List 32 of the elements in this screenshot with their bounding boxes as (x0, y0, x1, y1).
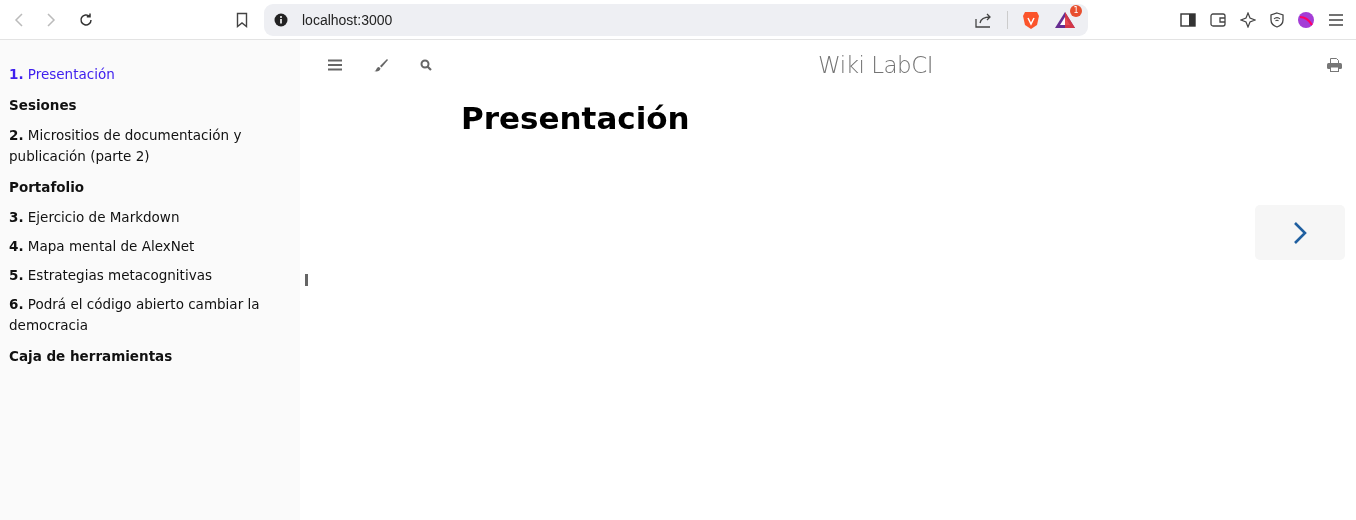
profile-avatar-icon[interactable] (1298, 11, 1314, 28)
search-icon[interactable] (420, 59, 432, 71)
resize-handle[interactable] (304, 274, 308, 286)
sidebar-icon[interactable] (1180, 12, 1196, 27)
address-bar[interactable]: localhost:3000 1 (264, 3, 1088, 36)
page-heading: Presentación (461, 100, 691, 136)
triangle-icon[interactable] (1054, 10, 1076, 29)
chapter-link[interactable]: 6. Podrá el código abierto cambiar la democracia (9, 294, 291, 336)
menu-icon[interactable] (1328, 12, 1344, 27)
paintbrush-icon[interactable] (374, 58, 388, 72)
chapter-link[interactable]: 5. Estrategias metacognitivas (9, 265, 291, 286)
notification-badge: 1 (1070, 4, 1082, 17)
chapter-link[interactable]: 3. Ejercicio de Markdown (9, 207, 291, 228)
share-icon[interactable] (975, 11, 993, 28)
chapter-link[interactable]: 1. Presentación (9, 64, 291, 85)
part-title: Portafolio (9, 179, 86, 195)
reload-icon[interactable] (78, 11, 94, 28)
print-icon[interactable] (1327, 58, 1342, 72)
part-title: Caja de herramientas (9, 348, 174, 364)
sparkle-star-icon[interactable] (1240, 11, 1256, 28)
chevron-right-icon (1293, 220, 1307, 245)
vpn-shield-icon[interactable] (1270, 11, 1284, 28)
chapter-link[interactable]: 2. Micrositios de documentación y publicación (parte 2) (9, 125, 291, 167)
menu-icon[interactable] (328, 59, 342, 71)
url-text: localhost:3000 (302, 11, 393, 28)
bookmark-icon[interactable] (236, 11, 248, 28)
chapter-link[interactable]: 4. Mapa mental de AlexNet (9, 236, 291, 257)
book-title: Wiki LabCI (818, 52, 934, 78)
lion-shield-icon[interactable] (1022, 9, 1040, 30)
info-icon (274, 12, 288, 27)
part-title: Sesiones (9, 97, 78, 113)
wallet-icon[interactable] (1210, 12, 1226, 27)
